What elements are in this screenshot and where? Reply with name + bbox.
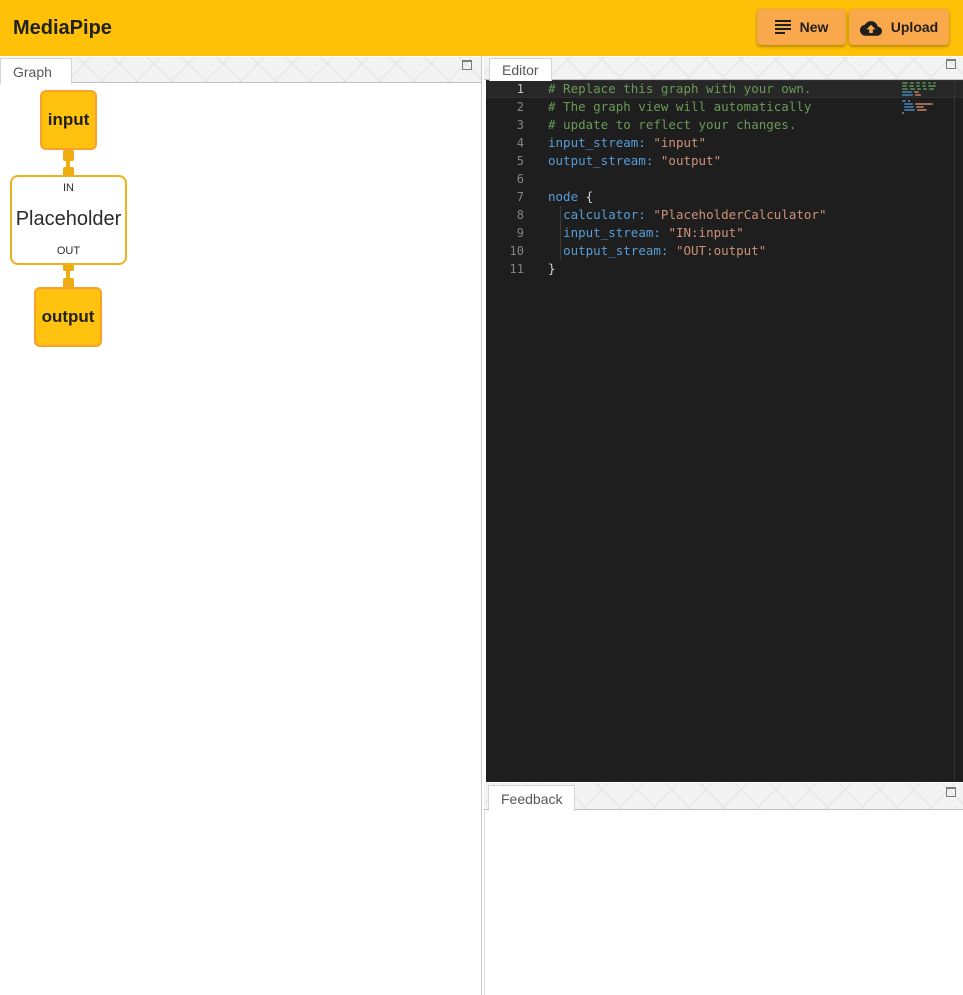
line-number: 9: [486, 224, 524, 242]
graph-tabstrip: [0, 57, 481, 83]
code-line[interactable]: 8 calculator: "PlaceholderCalculator": [486, 206, 963, 224]
maximize-icon-feedback[interactable]: [946, 787, 956, 797]
tab-graph[interactable]: Graph: [0, 58, 72, 84]
new-button[interactable]: New: [757, 9, 846, 45]
code-text: output_stream: "output": [524, 152, 721, 170]
graph-node-input[interactable]: input: [40, 90, 97, 150]
code-line[interactable]: 10 output_stream: "OUT:output": [486, 242, 963, 260]
code-line[interactable]: 3# update to reflect your changes.: [486, 116, 963, 134]
code-text: # Replace this graph with your own.: [524, 80, 811, 98]
placeholder-title: Placeholder: [16, 208, 122, 231]
graph-node-output-label: output: [42, 307, 95, 327]
upload-button[interactable]: Upload: [849, 9, 949, 45]
tab-feedback-label: Feedback: [501, 791, 562, 807]
code-editor[interactable]: 1# Replace this graph with your own.2# T…: [486, 80, 963, 782]
tab-editor[interactable]: Editor: [489, 58, 552, 81]
maximize-icon-graph[interactable]: [462, 60, 472, 70]
line-number: 3: [486, 116, 524, 134]
code-text: node {: [524, 188, 593, 206]
line-number: 10: [486, 242, 524, 260]
code-text: calculator: "PlaceholderCalculator": [524, 206, 826, 224]
indent-guide: [560, 206, 561, 260]
line-number: 8: [486, 206, 524, 224]
code-text: # update to reflect your changes.: [524, 116, 796, 134]
line-number: 5: [486, 152, 524, 170]
panel-divider[interactable]: [481, 56, 482, 995]
code-line[interactable]: 9 input_stream: "IN:input": [486, 224, 963, 242]
line-number: 6: [486, 170, 524, 188]
code-line[interactable]: 11}: [486, 260, 963, 278]
cloud-upload-icon: [860, 19, 882, 36]
line-number: 7: [486, 188, 524, 206]
code-lines[interactable]: 1# Replace this graph with your own.2# T…: [486, 80, 963, 278]
code-text: [524, 170, 548, 188]
feedback-content: [484, 810, 963, 995]
maximize-icon-editor[interactable]: [946, 59, 956, 69]
code-line[interactable]: 5output_stream: "output": [486, 152, 963, 170]
editor-tabstrip: [484, 57, 963, 80]
placeholder-in-label: IN: [63, 182, 74, 194]
code-text: input_stream: "input": [524, 134, 706, 152]
code-line[interactable]: 6: [486, 170, 963, 188]
code-text: input_stream: "IN:input": [524, 224, 744, 242]
code-text: }: [524, 260, 556, 278]
tab-graph-label: Graph: [13, 64, 52, 80]
graph-node-placeholder[interactable]: IN Placeholder OUT: [10, 175, 127, 265]
code-line[interactable]: 7node {: [486, 188, 963, 206]
line-number: 1: [486, 80, 524, 98]
app-header: MediaPipe New Upload: [0, 0, 963, 56]
overview-ruler[interactable]: [954, 80, 955, 782]
list-icon: [775, 20, 791, 34]
line-number: 2: [486, 98, 524, 116]
code-text: # The graph view will automatically: [524, 98, 811, 116]
placeholder-out-label: OUT: [57, 245, 80, 257]
new-button-label: New: [800, 19, 829, 35]
graph-canvas[interactable]: input IN Placeholder OUT output: [0, 83, 481, 995]
graph-node-input-label: input: [48, 110, 90, 130]
code-line[interactable]: 2# The graph view will automatically: [486, 98, 963, 116]
code-line[interactable]: 4input_stream: "input": [486, 134, 963, 152]
app-title: MediaPipe: [13, 0, 112, 56]
code-line[interactable]: 1# Replace this graph with your own.: [486, 80, 963, 98]
line-number: 11: [486, 260, 524, 278]
port-input-out[interactable]: [63, 150, 74, 161]
upload-button-label: Upload: [891, 19, 938, 35]
graph-node-output[interactable]: output: [34, 287, 102, 347]
tab-feedback[interactable]: Feedback: [488, 785, 575, 811]
tab-editor-label: Editor: [502, 62, 539, 78]
line-number: 4: [486, 134, 524, 152]
editor-minimap[interactable]: [902, 82, 938, 115]
